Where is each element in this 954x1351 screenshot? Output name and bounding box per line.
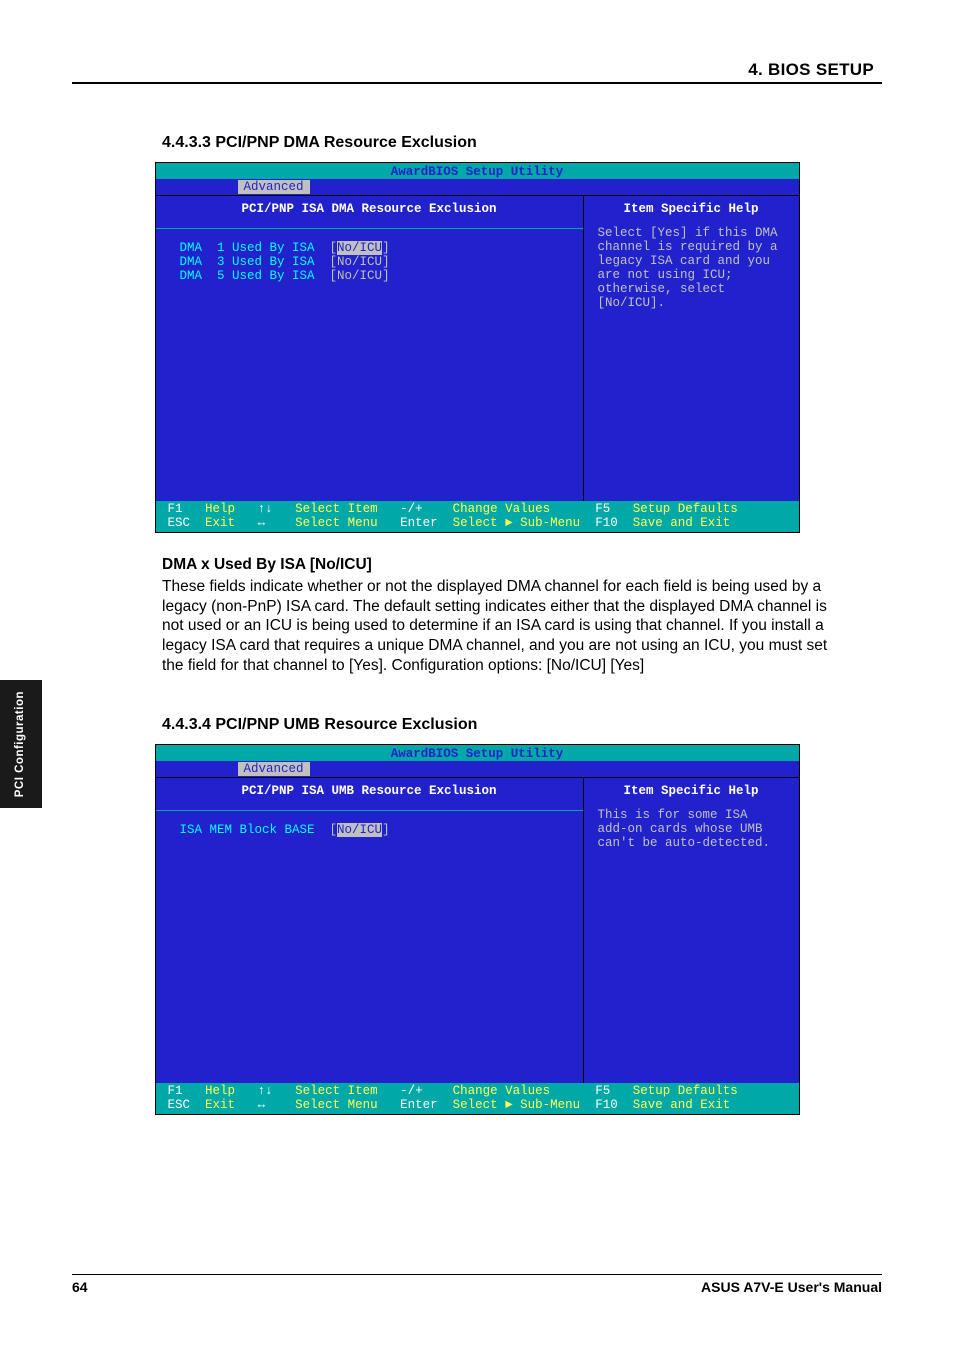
bios-help-panel-2: Item Specific Help This is for some ISA … xyxy=(584,778,799,1083)
bios-row-dma1[interactable]: DMA 1 Used By ISA [No/ICU] xyxy=(156,241,583,255)
doc-title: ASUS A7V-E User's Manual xyxy=(701,1279,882,1295)
chapter-title: 4. BIOS SETUP xyxy=(72,60,882,80)
bios-help-header-2: Item Specific Help xyxy=(598,784,785,808)
bios-menu-bar: Advanced xyxy=(156,179,799,195)
bios-footer-2: F1 Help ↑↓ Select Item -/+ Change Values… xyxy=(156,1083,799,1114)
header-rule xyxy=(72,82,882,84)
bios-row-dma3[interactable]: DMA 3 Used By ISA [No/ICU] xyxy=(156,255,583,269)
desc-header-1: DMA x Used By ISA [No/ICU] xyxy=(162,555,832,575)
bios-footer: F1 Help ↑↓ Select Item -/+ Change Values… xyxy=(156,501,799,532)
page-number: 64 xyxy=(72,1279,88,1295)
bios-main-header-2: PCI/PNP ISA UMB Resource Exclusion xyxy=(156,780,583,810)
description-block-1: DMA x Used By ISA [No/ICU] These fields … xyxy=(162,555,832,676)
bios-window-2: AwardBIOS Setup Utility Advanced PCI/PNP… xyxy=(155,744,800,1115)
side-tab-text: PCI Configuration xyxy=(14,691,27,797)
bios-menu-bar-2: Advanced xyxy=(156,761,799,777)
bios-main-header: PCI/PNP ISA DMA Resource Exclusion xyxy=(156,198,583,228)
desc-body-1: These fields indicate whether or not the… xyxy=(162,577,832,676)
bios-row-isamem[interactable]: ISA MEM Block BASE [No/ICU] xyxy=(156,823,583,837)
bios-main-panel: PCI/PNP ISA DMA Resource Exclusion DMA 1… xyxy=(156,196,584,501)
side-tab: PCI Configuration xyxy=(0,680,42,808)
bios-help-text: Select [Yes] if this DMA channel is requ… xyxy=(598,226,785,310)
bios-help-header: Item Specific Help xyxy=(598,202,785,226)
bios-row-dma5[interactable]: DMA 5 Used By ISA [No/ICU] xyxy=(156,269,583,283)
bios-main-panel-2: PCI/PNP ISA UMB Resource Exclusion ISA M… xyxy=(156,778,584,1083)
bios-window-1: AwardBIOS Setup Utility Advanced PCI/PNP… xyxy=(155,162,800,533)
section-title-2: 4.4.3.4 PCI/PNP UMB Resource Exclusion xyxy=(162,716,882,734)
page-footer: 64 ASUS A7V-E User's Manual xyxy=(72,1274,882,1295)
bios-tab-advanced[interactable]: Advanced xyxy=(238,180,310,194)
bios-title-bar: AwardBIOS Setup Utility xyxy=(156,163,799,179)
bios-tab-advanced-2[interactable]: Advanced xyxy=(238,762,310,776)
bios-title-bar-2: AwardBIOS Setup Utility xyxy=(156,745,799,761)
bios-help-panel: Item Specific Help Select [Yes] if this … xyxy=(584,196,799,501)
section-title-1: 4.4.3.3 PCI/PNP DMA Resource Exclusion xyxy=(162,134,882,152)
bios-help-text-2: This is for some ISA add-on cards whose … xyxy=(598,808,785,850)
